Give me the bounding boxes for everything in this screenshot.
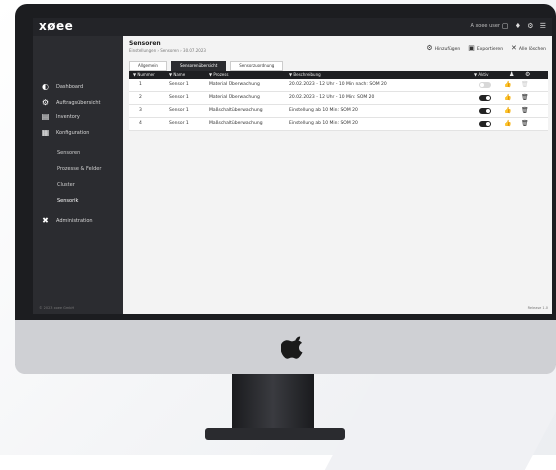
col-active[interactable]: ▼ Aktiv (474, 71, 488, 79)
row-name: Sensor 1 (169, 108, 189, 113)
row-process: Material Überwachung (209, 95, 260, 100)
trash-icon[interactable]: 🗑 (521, 79, 529, 91)
tab-general[interactable]: Allgemein (129, 61, 167, 71)
sidebar-subitem-sensorik[interactable]: Sensorik (57, 198, 78, 204)
sidebar-item-administration[interactable]: ✖ Administration (41, 216, 93, 225)
active-toggle[interactable] (479, 108, 491, 114)
sidebar-subitem-processes[interactable]: Prozesse & Felder (57, 166, 101, 172)
row-number: 3 (139, 108, 142, 113)
sidebar-item-inventory[interactable]: ▤ Inventory (41, 112, 80, 121)
close-icon: ✕ (511, 44, 517, 52)
sidebar-item-label: Dashboard (56, 83, 84, 90)
sidebar-item-label: Inventory (56, 113, 80, 120)
row-number: 2 (139, 95, 142, 100)
monitor-stand-base (205, 428, 345, 440)
col-description[interactable]: ▼ Beschreibung (289, 71, 321, 79)
action-bar: ⚙ Hinzufügen ▣ Exportieren ✕ Alle löschen (426, 44, 546, 52)
like-icon[interactable]: 👍 (504, 92, 511, 104)
trash-icon[interactable]: 🗑 (521, 92, 529, 104)
trash-icon[interactable]: 🗑 (521, 105, 529, 117)
add-button[interactable]: ⚙ Hinzufügen (426, 44, 460, 52)
export-button[interactable]: ▣ Exportieren (468, 44, 503, 52)
row-name: Sensor 1 (169, 121, 189, 126)
footer-copyright: © 2023 xoee GmbH (39, 306, 75, 310)
row-description: Einstellung ab 10 Min: SOM 20 (289, 121, 358, 126)
delete-all-label: Alle löschen (518, 47, 546, 52)
top-bar: xøee A xoee user ▢ ♦ ⚙ ☰ (33, 18, 552, 36)
table-header: ▼ Nummer ▼ Name ▼ Prozess ▼ Beschreibung… (129, 71, 548, 79)
active-toggle[interactable] (479, 121, 491, 127)
table-row[interactable]: 4 Sensor 1 Maßschaltüberwachung Einstell… (129, 118, 548, 131)
top-icons[interactable]: ▢ ♦ ⚙ ☰ (502, 22, 548, 30)
like-icon[interactable]: 👍 (504, 79, 511, 91)
like-icon[interactable]: 👍 (504, 118, 511, 130)
row-description: Einstellung ab 10 Min: SOM 20 (289, 108, 358, 113)
order-overview-icon: ⚙ (41, 98, 50, 107)
sidebar-item-orders[interactable]: ⚙ Auftragsübersicht (41, 98, 101, 107)
sidebar-subitem-sensors[interactable]: Sensoren (57, 150, 80, 156)
tools-icon: ✖ (42, 216, 49, 225)
tab-bar: Allgemein Sensorenübersicht Sensorzuordn… (129, 61, 284, 71)
user-name[interactable]: A xoee user (470, 23, 500, 29)
screen: xøee A xoee user ▢ ♦ ⚙ ☰ ◐ Dashboard ⚙ A… (33, 18, 552, 314)
active-toggle[interactable] (479, 82, 491, 88)
add-label: Hinzufügen (434, 47, 461, 52)
like-icon[interactable]: 👍 (504, 105, 511, 117)
sidebar-item-label: Auftragsübersicht (56, 99, 101, 106)
tab-sensor-overview[interactable]: Sensorenübersicht (170, 61, 227, 71)
table-row[interactable]: 3 Sensor 1 Maßschaltüberwachung Einstell… (129, 105, 548, 118)
main-content: Sensoren Einstellungen › Sensoren › 30.0… (123, 36, 552, 314)
row-description: 20.02.2023 - 12 Uhr - 10 Min nach: SOM 2… (289, 82, 387, 87)
row-name: Sensor 1 (169, 95, 189, 100)
sidebar: ◐ Dashboard ⚙ Auftragsübersicht ▤ Invent… (33, 36, 121, 314)
trash-icon[interactable]: 🗑 (521, 118, 529, 130)
sidebar-item-label: Konfiguration (56, 129, 90, 136)
row-process: Material Überwachung (209, 82, 260, 87)
row-name: Sensor 1 (169, 82, 189, 87)
user-icon[interactable]: ♟ (509, 71, 514, 79)
sidebar-item-label: Administration (56, 217, 93, 224)
sidebar-item-dashboard[interactable]: ◐ Dashboard (41, 82, 83, 91)
gear-icon[interactable]: ⚙ (525, 71, 530, 79)
table-row[interactable]: 1 Sensor 1 Material Überwachung 20.02.20… (129, 79, 548, 92)
col-process[interactable]: ▼ Prozess (209, 71, 228, 79)
breadcrumb: Einstellungen › Sensoren › 30.07.2023 (129, 48, 206, 53)
row-process: Maßschaltüberwachung (209, 121, 263, 126)
version-label: Release 1.0 (527, 306, 548, 310)
export-label: Exportieren (476, 47, 504, 52)
configuration-icon: ▦ (41, 128, 50, 137)
sidebar-item-configuration[interactable]: ▦ Konfiguration (41, 128, 90, 137)
col-name[interactable]: ▼ Name (169, 71, 185, 79)
monitor-stand (232, 374, 314, 434)
sidebar-subitem-cluster[interactable]: Cluster (57, 182, 75, 188)
inventory-icon: ▤ (41, 112, 50, 121)
add-icon: ⚙ (426, 44, 433, 52)
dashboard-icon: ◐ (42, 82, 49, 91)
col-number[interactable]: ▼ Nummer (133, 71, 155, 79)
monitor-bezel-bottom (15, 314, 556, 320)
apple-logo-icon (281, 336, 303, 359)
row-description: 20.02.2023 - 12 Uhr - 10 Min: SOM 20 (289, 95, 375, 100)
page-title: Sensoren (129, 40, 161, 47)
row-number: 1 (139, 82, 142, 87)
app-logo[interactable]: xøee (39, 19, 73, 33)
active-toggle[interactable] (479, 95, 491, 101)
table-row[interactable]: 2 Sensor 1 Material Überwachung 20.02.20… (129, 92, 548, 105)
export-icon: ▣ (468, 44, 475, 52)
delete-all-button[interactable]: ✕ Alle löschen (511, 44, 546, 52)
row-number: 4 (139, 121, 142, 126)
row-process: Maßschaltüberwachung (209, 108, 263, 113)
tab-sensor-mapping[interactable]: Sensorzuordnung (230, 61, 284, 71)
sensor-table: ▼ Nummer ▼ Name ▼ Prozess ▼ Beschreibung… (129, 71, 548, 131)
